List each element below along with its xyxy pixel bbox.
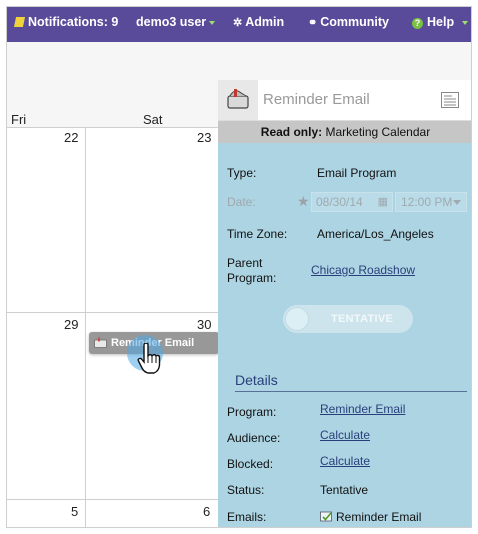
required-star-icon: ★ <box>297 193 310 209</box>
audience-label: Audience: <box>227 431 281 445</box>
help-menu[interactable]: ? Help <box>412 7 469 42</box>
event-detail-panel: Reminder Email Read only: Marketing Cale… <box>218 80 471 527</box>
toggle-knob <box>285 307 309 331</box>
mailbox-icon <box>218 80 258 120</box>
day-cell[interactable] <box>7 128 85 312</box>
hand-cursor-icon <box>137 343 161 374</box>
grid-line <box>7 499 218 500</box>
document-icon[interactable] <box>441 92 459 108</box>
emails-label: Emails: <box>227 510 267 524</box>
status-label: Status: <box>227 483 265 497</box>
program-link[interactable]: Reminder Email <box>320 402 405 416</box>
day-header-sat: Sat <box>143 112 163 127</box>
date-field-value: 08/30/14 <box>316 195 363 209</box>
audience-calculate-link[interactable]: Calculate <box>320 428 370 442</box>
timezone-label: Time Zone: <box>227 227 288 241</box>
notifications-link[interactable]: Notifications: 9 <box>13 7 119 42</box>
date-field[interactable]: 08/30/14 ▦ <box>311 192 393 212</box>
time-select-value: 12:00 PM <box>401 195 453 209</box>
panel-header: Reminder Email <box>218 80 471 121</box>
gear-icon: ✲ <box>233 17 243 29</box>
date-label: 6 <box>203 504 211 519</box>
mailbox-icon <box>94 337 107 348</box>
date-label: 22 <box>64 130 79 145</box>
parent-label-line2: Program: <box>227 271 277 285</box>
emails-value[interactable]: Reminder Email <box>336 510 421 524</box>
help-label: Help <box>427 15 455 29</box>
chevron-down-icon <box>209 20 216 25</box>
community-link[interactable]: ⚭ Community <box>308 7 389 42</box>
app-frame: Notifications: 9 demo3 user ✲ Admin ⚭ Comm… <box>6 6 472 528</box>
notifications-label: Notifications: 9 <box>28 15 119 29</box>
status-value: Tentative <box>320 483 369 497</box>
parent-label-line1: Parent <box>227 256 263 270</box>
date-label: 5 <box>71 504 79 519</box>
time-select[interactable]: 12:00 PM <box>395 192 467 212</box>
blocked-calculate-link[interactable]: Calculate <box>320 454 370 468</box>
readonly-banner: Read only: Marketing Calendar <box>218 121 471 143</box>
notepad-icon <box>13 17 26 27</box>
details-heading: Details <box>235 372 278 388</box>
admin-link[interactable]: ✲ Admin <box>233 7 284 42</box>
grid-line <box>7 312 218 313</box>
readonly-label: Read only: <box>260 125 323 139</box>
day-header-fri: Fri <box>11 112 27 127</box>
date-label: 29 <box>64 317 79 332</box>
type-label: Type: <box>227 166 257 180</box>
calendar-icon[interactable]: ▦ <box>378 193 388 211</box>
panel-title: Reminder Email <box>263 91 370 108</box>
chevron-down-icon <box>453 200 461 205</box>
readonly-calendar-name: Marketing Calendar <box>322 125 431 139</box>
chevron-down-icon <box>462 20 469 25</box>
date-label: 30 <box>197 317 212 332</box>
tentative-toggle[interactable]: TENTATIVE <box>283 305 413 333</box>
grid-line <box>7 127 218 128</box>
grid-line <box>85 127 86 527</box>
day-cell[interactable] <box>86 500 218 527</box>
user-menu[interactable]: demo3 user <box>136 7 216 42</box>
user-label: demo3 user <box>136 15 207 29</box>
timezone-value: America/Los_Angeles <box>317 227 434 241</box>
date-label: Date: <box>227 195 256 209</box>
admin-label: Admin <box>245 15 285 29</box>
help-icon: ? <box>412 18 423 29</box>
people-icon: ⚭ <box>308 17 318 29</box>
type-value: Email Program <box>317 166 397 180</box>
parent-program-link[interactable]: Chicago Roadshow <box>311 263 415 277</box>
blocked-label: Blocked: <box>227 457 274 471</box>
community-label: Community <box>320 15 389 29</box>
date-label: 23 <box>197 130 212 145</box>
top-nav-bar: Notifications: 9 demo3 user ✲ Admin ⚭ Comm… <box>7 7 471 42</box>
details-divider <box>235 391 467 392</box>
day-cell[interactable] <box>7 313 85 499</box>
program-label: Program: <box>227 405 277 419</box>
toggle-label: TENTATIVE <box>331 313 394 325</box>
email-check-icon <box>320 511 332 522</box>
day-cell[interactable] <box>86 128 218 312</box>
